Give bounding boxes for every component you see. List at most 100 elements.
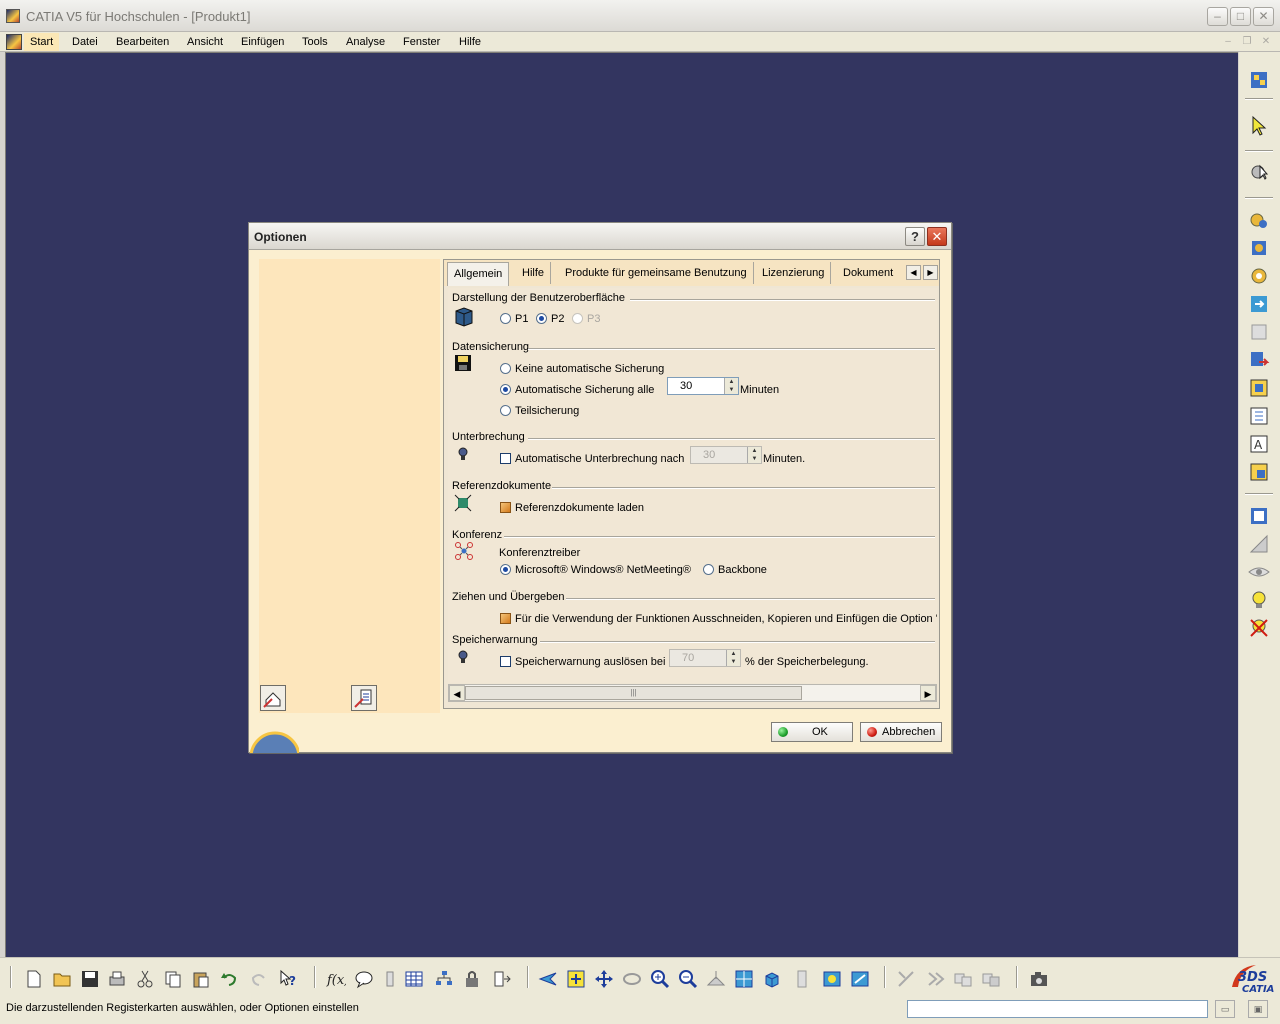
load-refdocs-checkbox[interactable]: Referenzdokumente laden	[500, 501, 644, 515]
product-structure-icon[interactable]	[1247, 68, 1271, 92]
radio-p2[interactable]: P2	[536, 312, 564, 326]
select-arrow-icon[interactable]	[1247, 114, 1271, 138]
scroll-right-button[interactable]: ▶	[920, 685, 936, 701]
manage-representations-icon[interactable]	[1247, 460, 1271, 484]
auto-interrupt-checkbox[interactable]: Automatische Unterbrechung nach	[500, 452, 684, 466]
multi-instantiation-icon[interactable]	[1247, 504, 1271, 528]
options-tree[interactable]	[259, 259, 440, 713]
tab-allgemein[interactable]: Allgemein	[447, 262, 510, 286]
open-folder-icon[interactable]	[52, 969, 72, 989]
command-input[interactable]	[907, 1000, 1208, 1018]
undo-icon[interactable]	[219, 969, 239, 989]
reset-options-button[interactable]	[260, 685, 286, 711]
menu-hilfe[interactable]: Hilfe	[453, 33, 487, 51]
radio-netmeeting[interactable]: Microsoft® Windows® NetMeeting®	[500, 563, 691, 577]
tab-scroll-right[interactable]: ▶	[923, 265, 938, 280]
auto-backup-minutes-spinner[interactable]: 30 ▲ ▼	[667, 377, 739, 395]
normal-view-icon[interactable]	[706, 969, 726, 989]
radio-backbone[interactable]: Backbone	[703, 563, 767, 577]
doc-close-button[interactable]: ✕	[1259, 35, 1273, 48]
insert-component-icon[interactable]	[1247, 208, 1271, 232]
knowledge-icon[interactable]	[380, 969, 400, 989]
cancel-button[interactable]: Abbrechen	[860, 722, 942, 742]
hide-show-eye-icon[interactable]	[1247, 560, 1271, 584]
print-icon[interactable]	[107, 969, 127, 989]
zoom-out-icon[interactable]	[678, 969, 698, 989]
scroll-left-button[interactable]: ◀	[449, 685, 465, 701]
memory-warning-checkbox[interactable]: Speicherwarnung auslösen bei	[500, 655, 665, 669]
menu-einfuegen[interactable]: Einfügen	[235, 33, 290, 51]
comment-icon[interactable]	[354, 969, 374, 989]
dialog-title-bar[interactable]: Optionen ? ✕	[249, 223, 951, 250]
radio-partial-backup[interactable]: Teilsicherung	[500, 404, 579, 418]
menu-bearbeiten[interactable]: Bearbeiten	[110, 33, 175, 51]
hide-show-icon[interactable]	[822, 969, 842, 989]
catia-app-icon[interactable]	[6, 9, 20, 23]
menu-start[interactable]: Start	[24, 33, 60, 51]
save-icon[interactable]	[80, 969, 100, 989]
swap-visible-space-icon[interactable]	[850, 969, 870, 989]
shading-icon[interactable]	[792, 969, 812, 989]
insert-product-icon[interactable]	[1247, 236, 1271, 260]
contact-icon[interactable]	[981, 969, 1001, 989]
doc-minimize-button[interactable]: –	[1221, 35, 1235, 48]
scroll-thumb[interactable]: |||	[465, 686, 802, 700]
radio-no-backup[interactable]: Keine automatische Sicherung	[500, 362, 664, 376]
publication-icon[interactable]	[492, 969, 512, 989]
rotate-icon[interactable]	[622, 969, 642, 989]
maximize-button[interactable]: □	[1230, 7, 1251, 26]
tab-hilfe[interactable]: Hilfe	[516, 262, 552, 284]
constraint-icon[interactable]	[896, 969, 916, 989]
camera-icon[interactable]	[1029, 969, 1049, 989]
help-button[interactable]: ?	[905, 227, 925, 246]
generate-numbering-icon[interactable]	[1247, 404, 1271, 428]
manipulation-icon[interactable]	[1247, 532, 1271, 556]
existing-positioning-icon[interactable]	[1247, 320, 1271, 344]
menu-analyse[interactable]: Analyse	[340, 33, 391, 51]
fly-mode-icon[interactable]	[538, 969, 558, 989]
menu-datei[interactable]: Datei	[66, 33, 104, 51]
copy-icon[interactable]	[163, 969, 183, 989]
doc-restore-button[interactable]: ❐	[1240, 35, 1254, 48]
select-gear-icon[interactable]	[1247, 160, 1271, 184]
parameters-button[interactable]	[351, 685, 377, 711]
selective-load-icon[interactable]: A	[1247, 432, 1271, 456]
graph-tree-reordering-icon[interactable]	[1247, 376, 1271, 400]
horizontal-scrollbar[interactable]: ◀ ||| ▶	[448, 684, 937, 702]
minimize-button[interactable]: –	[1207, 7, 1228, 26]
whats-this-icon[interactable]: ?	[278, 969, 298, 989]
fix-component-icon[interactable]	[926, 969, 946, 989]
paste-icon[interactable]	[191, 969, 211, 989]
radio-p1[interactable]: P1	[500, 312, 528, 326]
new-file-icon[interactable]	[24, 969, 44, 989]
spinner-arrows[interactable]: ▲ ▼	[724, 378, 738, 394]
table-icon[interactable]	[404, 969, 424, 989]
fit-all-icon[interactable]	[566, 969, 586, 989]
tree-expansion-icon[interactable]	[434, 969, 454, 989]
dragdrop-checkbox[interactable]: Für die Verwendung der Funktionen Aussch…	[500, 612, 937, 626]
ok-button[interactable]: OK	[771, 722, 853, 742]
multi-view-icon[interactable]	[734, 969, 754, 989]
isometric-view-icon[interactable]	[762, 969, 782, 989]
status-button-2[interactable]: ▣	[1248, 1000, 1268, 1018]
tab-scroll-left[interactable]: ◀	[906, 265, 921, 280]
tab-lizenzierung[interactable]: Lizenzierung	[756, 262, 832, 284]
radio-auto-backup[interactable]: Automatische Sicherung alle	[500, 383, 654, 397]
menu-tools[interactable]: Tools	[296, 33, 334, 51]
menu-fenster[interactable]: Fenster	[397, 33, 446, 51]
coincidence-icon[interactable]	[953, 969, 973, 989]
redo-icon[interactable]	[249, 969, 269, 989]
close-button[interactable]: ✕	[1253, 7, 1274, 26]
menu-ansicht[interactable]: Ansicht	[181, 33, 229, 51]
insert-part-icon[interactable]	[1247, 264, 1271, 288]
pan-icon[interactable]	[594, 969, 614, 989]
existing-component-icon[interactable]	[1247, 292, 1271, 316]
lightbulb-icon[interactable]	[1247, 588, 1271, 612]
zoom-in-icon[interactable]	[650, 969, 670, 989]
formula-icon[interactable]: f(x)	[326, 969, 346, 989]
tab-produkte[interactable]: Produkte für gemeinsame Benutzung	[559, 262, 754, 284]
document-icon[interactable]	[6, 34, 22, 50]
replace-component-icon[interactable]	[1247, 348, 1271, 372]
dialog-close-button[interactable]: ✕	[927, 227, 947, 246]
status-button-1[interactable]: ▭	[1215, 1000, 1235, 1018]
